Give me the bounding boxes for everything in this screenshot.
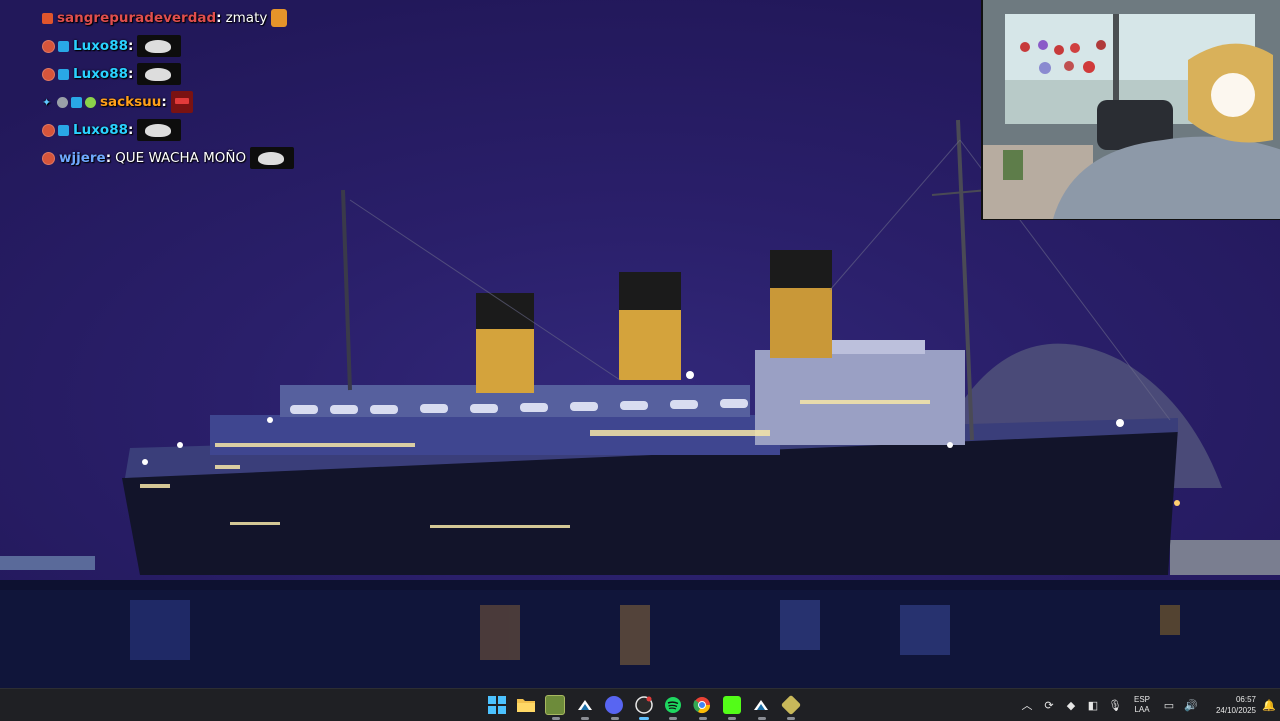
chat-message-text: QUE WACHA MOÑO xyxy=(115,150,247,166)
stream-chat-overlay: sangrepuradeverdad: zmaty Luxo88: Luxo88… xyxy=(42,4,362,172)
notification-bell-icon: 🔔 xyxy=(1262,699,1276,712)
obs-icon xyxy=(634,696,653,714)
steam-icon xyxy=(577,700,592,710)
sync-icon[interactable]: ⟳ xyxy=(1038,689,1060,721)
cube-badge-icon xyxy=(58,124,69,136)
minecraft-launcher-button[interactable] xyxy=(541,689,570,721)
keyboard-layout-code: LAA xyxy=(1134,705,1150,714)
input-language-button[interactable]: ESP LAA xyxy=(1126,689,1158,721)
chat-username: Luxo88 xyxy=(73,38,128,54)
notifications-button[interactable]: 🔔 xyxy=(1258,689,1280,721)
cat-emote-icon xyxy=(271,9,288,27)
chat-message: Luxo88: xyxy=(42,116,362,144)
clock-time: 06:57 xyxy=(1235,695,1256,704)
file-explorer-button[interactable] xyxy=(511,689,540,721)
chat-message: sangrepuradeverdad: zmaty xyxy=(42,4,362,32)
sword-badge-icon: ✦ xyxy=(42,95,52,109)
kick-button[interactable] xyxy=(717,689,746,721)
face-emote-icon xyxy=(137,35,182,57)
smiley-badge-icon xyxy=(42,67,55,81)
chrome-button[interactable] xyxy=(688,689,717,721)
obs-button[interactable] xyxy=(629,689,658,721)
volume-icon[interactable]: 🔊 xyxy=(1180,689,1202,721)
chat-username: wjjere xyxy=(59,150,106,166)
subscriber-badge-icon xyxy=(42,12,53,24)
network-icon[interactable]: ▭ xyxy=(1158,689,1180,721)
cube-tray-icon[interactable]: ◧ xyxy=(1082,689,1104,721)
chrome-icon xyxy=(693,697,711,714)
chevron-up-icon: ︿ xyxy=(1021,700,1033,712)
smiley-badge-icon xyxy=(42,151,55,165)
game-button[interactable] xyxy=(776,689,805,721)
face-emote-icon xyxy=(250,147,295,169)
chat-username: Luxo88 xyxy=(73,122,128,138)
language-code: ESP xyxy=(1133,695,1150,704)
spotify-button[interactable] xyxy=(658,689,687,721)
chat-message: ✦ sacksuu: xyxy=(42,88,362,116)
chat-message-text: zmaty xyxy=(225,10,268,26)
minecraft-launcher-icon xyxy=(545,695,566,715)
smiley-badge-icon xyxy=(42,39,55,53)
system-tray: ︿ ⟳ ◆ ◧ 🎙 ESP LAA ▭ 🔊 06:57 24/10/2025 🔔 xyxy=(1016,689,1280,721)
show-hidden-icons-button[interactable]: ︿ xyxy=(1016,689,1038,721)
steam-icon-2 xyxy=(754,700,769,710)
face-emote-icon xyxy=(137,63,182,85)
folder-icon xyxy=(517,699,536,712)
chat-message: wjjere: QUE WACHA MOÑO xyxy=(42,144,362,172)
chat-message: Luxo88: xyxy=(42,60,362,88)
clock-date: 24/10/2025 xyxy=(1215,706,1256,715)
game-icon xyxy=(780,694,801,716)
discord-icon xyxy=(605,696,624,714)
cube-badge-icon xyxy=(58,40,69,52)
security-icon[interactable]: ◆ xyxy=(1060,689,1082,721)
windows-logo-icon xyxy=(487,696,506,714)
smiley-badge-icon xyxy=(42,123,55,137)
clock-button[interactable]: 06:57 24/10/2025 xyxy=(1202,689,1258,721)
microphone-icon[interactable]: 🎙 xyxy=(1104,689,1126,721)
cube-badge-icon xyxy=(71,96,82,108)
face-emote-icon xyxy=(137,119,182,141)
alien-badge-icon xyxy=(85,96,96,108)
cube-badge-icon xyxy=(58,68,69,80)
webcam-feed xyxy=(981,0,1280,220)
kick-icon xyxy=(722,696,741,714)
start-button[interactable] xyxy=(482,689,511,721)
chat-username: sangrepuradeverdad xyxy=(57,10,217,26)
moderator-badge-icon xyxy=(57,96,68,108)
steam-button[interactable] xyxy=(570,689,599,721)
spotify-icon xyxy=(665,697,682,713)
taskbar-apps xyxy=(482,689,805,721)
windows-taskbar: ︿ ⟳ ◆ ◧ 🎙 ESP LAA ▭ 🔊 06:57 24/10/2025 🔔 xyxy=(0,688,1280,721)
steam-button-2[interactable] xyxy=(747,689,776,721)
chat-username: sacksuu xyxy=(100,94,162,110)
discord-button[interactable] xyxy=(600,689,629,721)
red-emote-icon xyxy=(170,91,193,113)
chat-message: Luxo88: xyxy=(42,32,362,60)
chat-username: Luxo88 xyxy=(73,66,128,82)
